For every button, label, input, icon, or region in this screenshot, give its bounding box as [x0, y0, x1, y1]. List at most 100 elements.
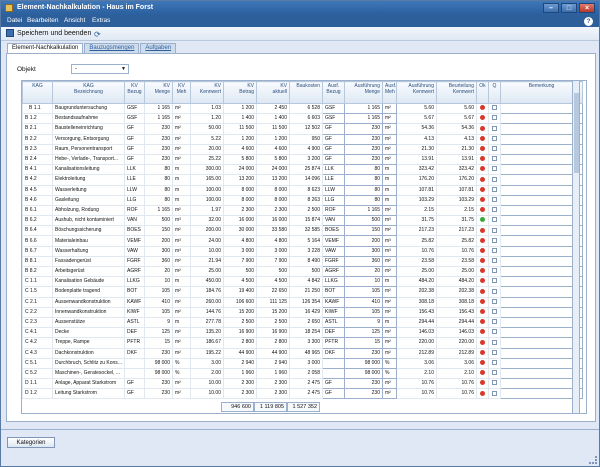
table-cell[interactable]: 107.81: [436, 184, 477, 196]
menu-datei[interactable]: Datei: [7, 17, 22, 24]
checkbox-icon[interactable]: [492, 359, 497, 365]
bemerkung-cell[interactable]: [500, 316, 583, 329]
table-row[interactable]: B 8.2 Arbeitsgerüst AGRF 20 m² 25.00 500 500 500…: [22, 265, 583, 278]
column-header[interactable]: Beurteilung Kennwert: [436, 81, 477, 104]
resize-grip-icon[interactable]: [589, 456, 597, 464]
save-and-close-button[interactable]: Speichern und beenden: [6, 29, 91, 37]
q-checkbox[interactable]: [488, 113, 501, 125]
table-cell[interactable]: VAW: [322, 245, 345, 257]
table-cell[interactable]: 80: [344, 164, 383, 176]
table-cell[interactable]: m²: [382, 113, 397, 125]
q-checkbox[interactable]: [488, 164, 501, 176]
table-row[interactable]: B 8.1 Fassadengerüst FGRF 360 m² 21.94 7 900 7 …: [22, 255, 583, 268]
bemerkung-cell[interactable]: [500, 164, 583, 176]
bemerkung-cell[interactable]: [500, 327, 583, 339]
checkbox-icon[interactable]: [492, 258, 497, 264]
q-checkbox[interactable]: [488, 245, 501, 257]
table-cell[interactable]: 25.00: [436, 265, 477, 278]
table-row[interactable]: B 1.1 Baugrunduntersuchung GSF 1 165 m² 1.03 1…: [22, 102, 583, 115]
q-checkbox[interactable]: [488, 102, 501, 115]
table-cell[interactable]: 156.43: [436, 306, 477, 318]
table-cell[interactable]: GSF: [322, 102, 345, 115]
table-cell[interactable]: [322, 367, 345, 380]
table-cell[interactable]: LLK: [322, 164, 345, 176]
bemerkung-cell[interactable]: [500, 245, 583, 257]
bemerkung-cell[interactable]: [500, 286, 583, 298]
table-cell[interactable]: %: [382, 357, 397, 369]
table-cell[interactable]: AGRF: [322, 265, 345, 278]
table-cell[interactable]: KAWF: [322, 296, 345, 308]
checkbox-icon[interactable]: [492, 380, 497, 386]
bemerkung-cell[interactable]: [500, 204, 583, 217]
table-cell[interactable]: FGRF: [322, 255, 345, 268]
table-cell[interactable]: 80: [344, 194, 383, 206]
q-checkbox[interactable]: [488, 255, 501, 268]
bemerkung-cell[interactable]: [500, 265, 583, 278]
q-checkbox[interactable]: [488, 194, 501, 206]
column-header[interactable]: KAG: [22, 81, 53, 104]
checkbox-icon[interactable]: [492, 166, 497, 172]
table-row[interactable]: C 5.2 Maschinen-, Geratesockel, ... 98 000…: [22, 367, 583, 380]
table-cell[interactable]: 212.89: [436, 347, 477, 359]
table-cell[interactable]: 230: [344, 133, 383, 145]
table-cell[interactable]: 323.42: [436, 164, 477, 176]
table-row[interactable]: B 6.4 Böschungssicherung BOES 150 m² 200.00 30…: [22, 225, 583, 237]
checkbox-icon[interactable]: [492, 176, 497, 182]
table-cell[interactable]: 10.76: [436, 245, 477, 257]
q-checkbox[interactable]: [488, 133, 501, 145]
table-cell[interactable]: 3.06: [436, 357, 477, 369]
minimize-button[interactable]: –: [543, 3, 559, 13]
column-header[interactable]: Q: [488, 81, 501, 104]
object-select[interactable]: - ▼: [71, 64, 129, 74]
column-header[interactable]: Bemerkung: [500, 81, 583, 104]
column-header[interactable]: Ausführung Menge: [344, 81, 383, 104]
table-cell[interactable]: 1 165: [344, 113, 383, 125]
table-cell[interactable]: m²: [382, 102, 397, 115]
table-cell[interactable]: 2.10: [436, 367, 477, 380]
table-cell[interactable]: 9: [344, 316, 383, 329]
table-cell[interactable]: 1 165: [344, 102, 383, 115]
table-cell[interactable]: LLE: [322, 174, 345, 186]
column-header[interactable]: Ok: [476, 81, 489, 104]
maximize-button[interactable]: □: [561, 3, 577, 13]
table-cell[interactable]: m²: [382, 265, 397, 278]
bemerkung-cell[interactable]: [500, 255, 583, 268]
table-cell[interactable]: 176.20: [436, 174, 477, 186]
table-cell[interactable]: m³: [382, 235, 397, 247]
table-row[interactable]: B 4.5 Wasserleitung LLW 80 m 100.00 8 000 8 000…: [22, 184, 583, 196]
checkbox-icon[interactable]: [492, 156, 497, 162]
table-cell[interactable]: m³: [382, 215, 397, 227]
table-cell[interactable]: 20: [344, 265, 383, 278]
close-button[interactable]: ×: [579, 3, 595, 13]
checkbox-icon[interactable]: [492, 309, 497, 315]
table-cell[interactable]: 105: [344, 306, 383, 318]
q-checkbox[interactable]: [488, 388, 501, 400]
checkbox-icon[interactable]: [492, 390, 497, 396]
table-cell[interactable]: PFTR: [322, 337, 345, 349]
checkbox-icon[interactable]: [492, 268, 497, 274]
table-cell[interactable]: m²: [382, 378, 397, 390]
checkbox-icon[interactable]: [492, 247, 497, 253]
table-row[interactable]: C 2.2 Innenwandkonstruktion KIWF 105 m² 144.7…: [22, 306, 583, 318]
q-checkbox[interactable]: [488, 296, 501, 308]
bemerkung-cell[interactable]: [500, 276, 583, 288]
table-cell[interactable]: 230: [344, 347, 383, 359]
column-header[interactable]: KV Menge: [144, 81, 173, 104]
column-header[interactable]: KV aktuell: [256, 81, 290, 104]
table-cell[interactable]: 5.67: [436, 113, 477, 125]
q-checkbox[interactable]: [488, 123, 501, 135]
table-cell[interactable]: GF: [322, 123, 345, 135]
checkbox-icon[interactable]: [492, 370, 497, 376]
table-cell[interactable]: 105: [344, 286, 383, 298]
q-checkbox[interactable]: [488, 276, 501, 288]
q-checkbox[interactable]: [488, 225, 501, 237]
bemerkung-cell[interactable]: [500, 153, 583, 166]
bemerkung-cell[interactable]: [500, 235, 583, 247]
bemerkung-cell[interactable]: [500, 174, 583, 186]
table-cell[interactable]: 500: [344, 215, 383, 227]
scroll-thumb[interactable]: [574, 93, 579, 173]
table-cell[interactable]: 31.75: [436, 215, 477, 227]
tab-element-nachkalkulation[interactable]: Element-Nachkalkulation: [7, 43, 84, 53]
menu-extras[interactable]: Extras: [92, 17, 110, 24]
table-cell[interactable]: 10.76: [436, 388, 477, 400]
